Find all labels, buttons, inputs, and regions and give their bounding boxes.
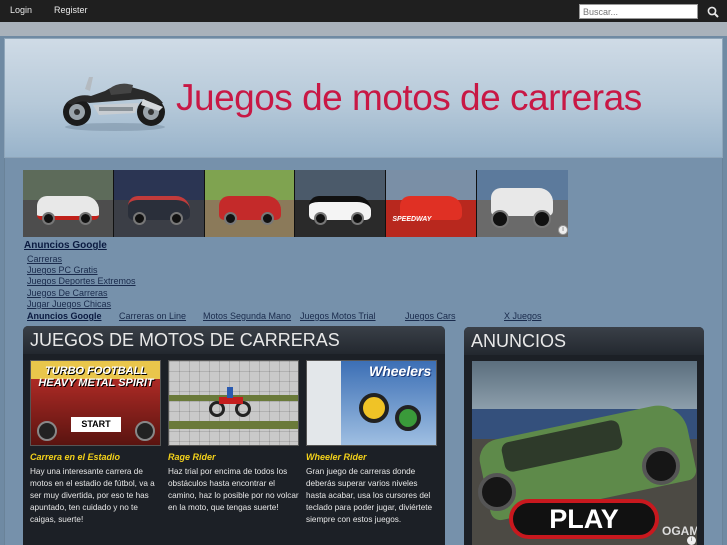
search-button[interactable]: [701, 3, 725, 20]
game-image[interactable]: [168, 360, 299, 446]
ad-link[interactable]: Juegos Cars: [405, 311, 456, 321]
games-panel: JUEGOS DE MOTOS DE CARRERAS TURBO FOOTBA…: [23, 326, 445, 545]
search-icon: [707, 6, 719, 18]
game-thumbnail[interactable]: [113, 170, 205, 237]
ad-link[interactable]: Juegos Motos Trial: [300, 311, 376, 321]
ad-link[interactable]: Juegos PC Gratis: [27, 265, 136, 276]
games-panel-title: JUEGOS DE MOTOS DE CARRERAS: [30, 330, 340, 350]
game-card: TURBO FOOTBALL HEAVY METAL SPIRIT START …: [30, 360, 161, 524]
game-card: Rage Rider Haz trial por encima de todos…: [168, 360, 299, 512]
ad-link[interactable]: Jugar Juegos Chicas: [27, 299, 136, 310]
game-description: Haz trial por encima de todos los obstác…: [168, 467, 299, 512]
register-link[interactable]: Register: [54, 5, 88, 15]
adchoices-icon[interactable]: i: [558, 225, 568, 235]
ads-row-heading[interactable]: Anuncios Google: [27, 311, 102, 321]
game-image[interactable]: TURBO FOOTBALL HEAVY METAL SPIRIT START: [30, 360, 161, 446]
game-thumbnail[interactable]: [295, 170, 387, 237]
advertisement-banner[interactable]: PLAY OGAM i: [472, 361, 697, 545]
ad-link[interactable]: Motos Segunda Mano: [203, 311, 291, 321]
ads-link-row: Anuncios Google Carreras on Line Motos S…: [27, 311, 567, 323]
ad-info-icon[interactable]: i: [687, 536, 696, 545]
game-description: Gran juego de carreras donde deberás sup…: [306, 467, 433, 524]
ads-panel: ANUNCIOS PLAY OGAM i: [464, 327, 704, 545]
motorcycle-logo-icon[interactable]: [59, 69, 171, 131]
game-card: Wheelers Wheeler Rider Gran juego de car…: [306, 360, 437, 524]
ads-panel-title: ANUNCIOS: [471, 331, 567, 351]
ads-heading[interactable]: Anuncios Google: [24, 240, 107, 251]
game-title[interactable]: Rage Rider: [168, 452, 216, 462]
top-bar: Login Register: [0, 0, 727, 22]
game-title[interactable]: Carrera en el Estadio: [30, 452, 120, 462]
game-image-start: START: [71, 417, 121, 432]
ad-link[interactable]: Juegos Deportes Extremos: [27, 276, 136, 287]
game-thumbnail[interactable]: [477, 170, 568, 237]
game-thumbnail[interactable]: [23, 170, 114, 237]
game-image-text: TURBO FOOTBALL HEAVY METAL SPIRIT: [38, 365, 154, 389]
game-description: Hay una interesante carrera de motos en …: [30, 467, 155, 524]
site-header: Juegos de motos de carreras: [4, 38, 723, 158]
game-title[interactable]: Wheeler Rider: [306, 452, 367, 462]
game-thumbnail[interactable]: SPEEDWAY: [386, 170, 478, 237]
game-thumbnail-strip: SPEEDWAY: [23, 170, 568, 237]
ad-link[interactable]: Carreras on Line: [119, 311, 186, 321]
game-thumbnail[interactable]: [204, 170, 296, 237]
game-image[interactable]: Wheelers: [306, 360, 437, 446]
play-button[interactable]: PLAY: [509, 499, 659, 539]
login-link[interactable]: Login: [10, 5, 32, 15]
ad-link[interactable]: X Juegos: [504, 311, 542, 321]
game-image-text: Wheelers: [369, 363, 432, 379]
site-title: Juegos de motos de carreras: [176, 77, 642, 118]
ads-link-list: Carreras Juegos PC Gratis Juegos Deporte…: [27, 254, 136, 310]
thumbnail-label: SPEEDWAY: [392, 216, 432, 223]
ad-link[interactable]: Carreras: [27, 254, 136, 265]
top-spacer: [0, 22, 727, 36]
ad-link[interactable]: Juegos De Carreras: [27, 288, 136, 299]
search-input[interactable]: [579, 4, 698, 19]
